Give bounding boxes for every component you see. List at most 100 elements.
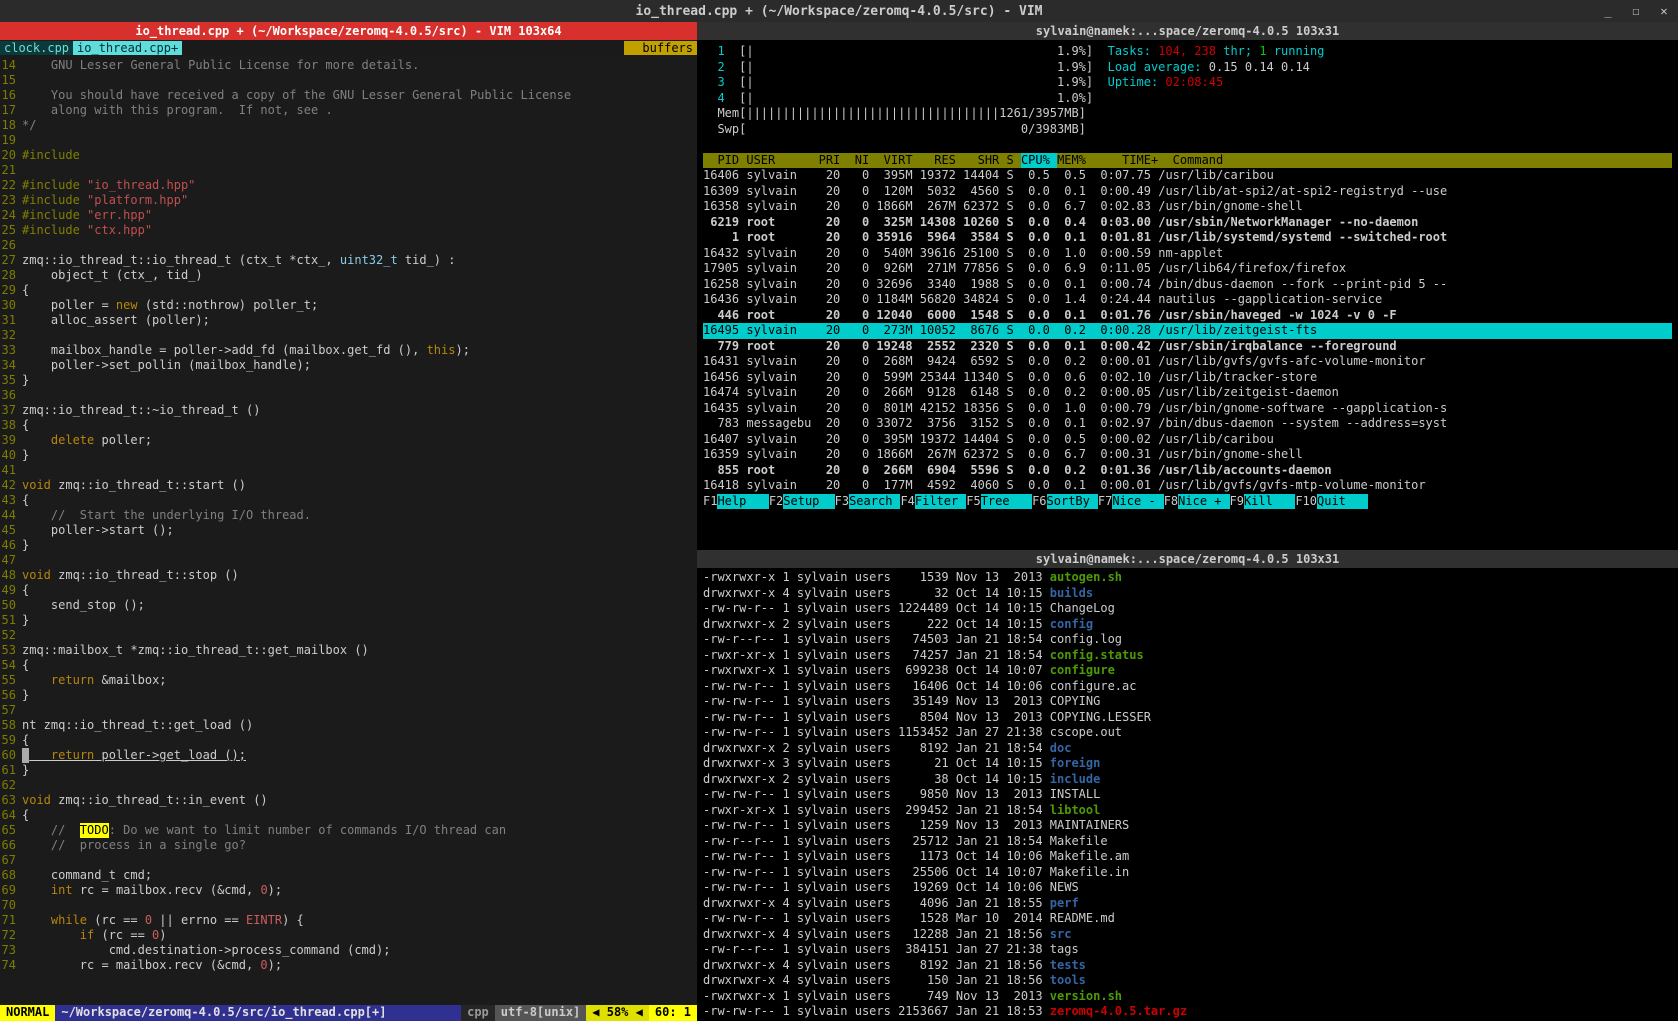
code-line: 26	[0, 238, 697, 253]
fn-key[interactable]: F2	[769, 494, 783, 510]
fn-key[interactable]: F4	[900, 494, 914, 510]
htop-process-row[interactable]: 16407 sylvain 20 0 395M 19372 14404 S 0.…	[703, 432, 1672, 448]
fn-label[interactable]: Filter	[915, 494, 966, 510]
ls-row: -rw-rw-r-- 1 sylvain users 19269 Oct 14 …	[703, 880, 1672, 896]
ls-row: drwxrwxr-x 4 sylvain users 12288 Jan 21 …	[703, 927, 1672, 943]
code-line: 18*/	[0, 118, 697, 133]
buffer-tab-active[interactable]: io_thread.cpp+	[73, 41, 182, 55]
fn-key[interactable]: F9	[1230, 494, 1244, 510]
code-line: 20#include	[0, 148, 697, 163]
fn-label[interactable]: Nice +	[1178, 494, 1229, 510]
fn-label[interactable]: Nice -	[1112, 494, 1163, 510]
code-line: 41	[0, 463, 697, 478]
code-line: 21	[0, 163, 697, 178]
htop-process-row[interactable]: 6219 root 20 0 325M 14308 10260 S 0.0 0.…	[703, 215, 1672, 231]
window-titlebar: io_thread.cpp + (~/Workspace/zeromq-4.0.…	[0, 0, 1678, 22]
buffer-tab-inactive[interactable]: clock.cpp	[0, 41, 73, 55]
fn-key[interactable]: F5	[966, 494, 980, 510]
code-area[interactable]: 14 GNU Lesser General Public License for…	[0, 56, 697, 1005]
code-line: 64{	[0, 808, 697, 823]
window-title: io_thread.cpp + (~/Workspace/zeromq-4.0.…	[636, 4, 1043, 19]
htop-process-row[interactable]: 16431 sylvain 20 0 268M 9424 6592 S 0.0 …	[703, 354, 1672, 370]
ls-row: drwxrwxr-x 2 sylvain users 8192 Jan 21 1…	[703, 741, 1672, 757]
fn-label[interactable]: Search	[849, 494, 900, 510]
fn-key[interactable]: F8	[1164, 494, 1178, 510]
vim-titlebar: io_thread.cpp + (~/Workspace/zeromq-4.0.…	[0, 22, 697, 40]
htop-process-row[interactable]: 16436 sylvain 20 0 1184M 56820 34824 S 0…	[703, 292, 1672, 308]
close-icon[interactable]: ✕	[1654, 4, 1674, 18]
ls-row: drwxrwxr-x 2 sylvain users 38 Oct 14 10:…	[703, 772, 1672, 788]
maximize-icon[interactable]: ☐	[1626, 4, 1646, 18]
htop-process-row[interactable]: 17905 sylvain 20 0 926M 271M 77856 S 0.0…	[703, 261, 1672, 277]
htop-pane[interactable]: 1 [| 1.9%] Tasks: 104, 238 thr; 1 runnin…	[697, 40, 1678, 550]
code-line: 63void zmq::io_thread_t::in_event ()	[0, 793, 697, 808]
ls-row: -rw-rw-r-- 1 sylvain users 1259 Nov 13 2…	[703, 818, 1672, 834]
htop-process-row[interactable]: 783 messagebu 20 0 33072 3756 3152 S 0.0…	[703, 416, 1672, 432]
code-line: 57	[0, 703, 697, 718]
code-line: 47	[0, 553, 697, 568]
code-line: 65 // TODO: Do we want to limit number o…	[0, 823, 697, 838]
code-line: 28 object_t (ctx_, tid_)	[0, 268, 697, 283]
code-line: 16 You should have received a copy of th…	[0, 88, 697, 103]
code-line: 22#include "io_thread.hpp"	[0, 178, 697, 193]
code-line: 58nt zmq::io_thread_t::get_load ()	[0, 718, 697, 733]
code-line: 61}	[0, 763, 697, 778]
code-line: 68 command_t cmd;	[0, 868, 697, 883]
code-line: 52	[0, 628, 697, 643]
vim-pane[interactable]: io_thread.cpp + (~/Workspace/zeromq-4.0.…	[0, 22, 697, 1021]
htop-process-row[interactable]: 16435 sylvain 20 0 801M 42152 18356 S 0.…	[703, 401, 1672, 417]
htop-process-row[interactable]: 779 root 20 0 19248 2552 2320 S 0.0 0.1 …	[703, 339, 1672, 355]
vim-encoding: utf-8[unix]	[495, 1005, 586, 1021]
fn-label[interactable]: Tree	[981, 494, 1032, 510]
htop-process-row[interactable]: 855 root 20 0 266M 6904 5596 S 0.0 0.2 0…	[703, 463, 1672, 479]
htop-process-row[interactable]: 16359 sylvain 20 0 1866M 267M 62372 S 0.…	[703, 447, 1672, 463]
ls-row: -rw-rw-r-- 1 sylvain users 1173 Oct 14 1…	[703, 849, 1672, 865]
fn-key[interactable]: F7	[1098, 494, 1112, 510]
code-line: 72 if (rc == 0)	[0, 928, 697, 943]
minimize-icon[interactable]: _	[1598, 4, 1618, 18]
fn-label[interactable]: Quit	[1317, 494, 1368, 510]
code-line: 35}	[0, 373, 697, 388]
htop-process-row[interactable]: 16258 sylvain 20 0 32696 3340 1988 S 0.0…	[703, 277, 1672, 293]
buffers-label: ◀ buffers	[624, 41, 697, 55]
ls-row: drwxrwxr-x 2 sylvain users 222 Oct 14 10…	[703, 617, 1672, 633]
htop-process-row[interactable]: 1 root 20 0 35916 5964 3584 S 0.0 0.1 0:…	[703, 230, 1672, 246]
htop-process-row[interactable]: 16418 sylvain 20 0 177M 4592 4060 S 0.0 …	[703, 478, 1672, 494]
htop-process-row[interactable]: 16309 sylvain 20 0 120M 5032 4560 S 0.0 …	[703, 184, 1672, 200]
fn-label[interactable]: Kill	[1244, 494, 1295, 510]
ls-titlebar: sylvain@namek:...space/zeromq-4.0.5 103x…	[697, 550, 1678, 568]
htop-header: PID USER PRI NI VIRT RES SHR S CPU% MEM%…	[703, 153, 1672, 169]
fn-label[interactable]: Help	[717, 494, 768, 510]
fn-key[interactable]: F3	[835, 494, 849, 510]
htop-process-row[interactable]: 16456 sylvain 20 0 599M 25344 11340 S 0.…	[703, 370, 1672, 386]
htop-process-row[interactable]: 16358 sylvain 20 0 1866M 267M 62372 S 0.…	[703, 199, 1672, 215]
ls-pane[interactable]: -rwxrwxr-x 1 sylvain users 1539 Nov 13 2…	[697, 568, 1678, 1021]
code-line: 56}	[0, 688, 697, 703]
htop-titlebar: sylvain@namek:...space/zeromq-4.0.5 103x…	[697, 22, 1678, 40]
fn-label[interactable]: SortBy	[1047, 494, 1098, 510]
code-line: 74 rc = mailbox.recv (&cmd, 0);	[0, 958, 697, 973]
code-line: 54{	[0, 658, 697, 673]
ls-row: drwxrwxr-x 4 sylvain users 4096 Jan 21 1…	[703, 896, 1672, 912]
fn-key[interactable]: F6	[1032, 494, 1046, 510]
htop-process-row[interactable]: 446 root 20 0 12040 6000 1548 S 0.0 0.1 …	[703, 308, 1672, 324]
ls-row: -rw-rw-r-- 1 sylvain users 1528 Mar 10 2…	[703, 911, 1672, 927]
fn-key[interactable]: F10	[1295, 494, 1317, 510]
fn-label[interactable]: Setup	[783, 494, 834, 510]
htop-fnbar: F1Help F2Setup F3SearchF4FilterF5Tree F6…	[703, 494, 1672, 510]
code-line: 29{	[0, 283, 697, 298]
code-line: 23#include "platform.hpp"	[0, 193, 697, 208]
vim-title: io_thread.cpp + (~/Workspace/zeromq-4.0.…	[135, 24, 561, 38]
code-line: 46}	[0, 538, 697, 553]
vim-mode: NORMAL	[0, 1005, 55, 1021]
code-line: 38{	[0, 418, 697, 433]
htop-process-row[interactable]: 16432 sylvain 20 0 540M 39616 25100 S 0.…	[703, 246, 1672, 262]
code-line: 31 alloc_assert (poller);	[0, 313, 697, 328]
buffer-line: clock.cpp io_thread.cpp+ ◀ buffers	[0, 40, 697, 56]
htop-process-row[interactable]: 16495 sylvain 20 0 273M 10052 8676 S 0.0…	[703, 323, 1672, 339]
fn-key[interactable]: F1	[703, 494, 717, 510]
htop-process-row[interactable]: 16474 sylvain 20 0 266M 9128 6148 S 0.0 …	[703, 385, 1672, 401]
htop-process-row[interactable]: 16406 sylvain 20 0 395M 19372 14404 S 0.…	[703, 168, 1672, 184]
ls-row: -rw-rw-r-- 1 sylvain users 1224489 Oct 1…	[703, 601, 1672, 617]
code-line: 36	[0, 388, 697, 403]
